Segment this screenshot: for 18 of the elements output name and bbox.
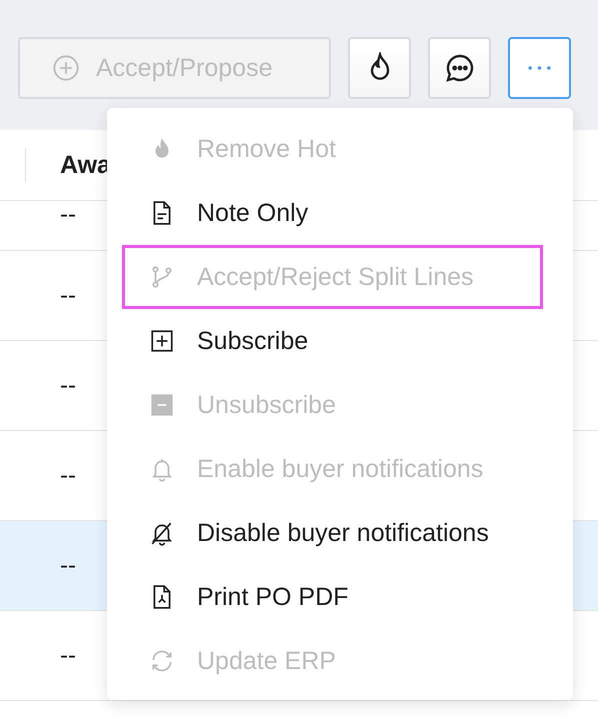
menu-item[interactable]: Subscribe xyxy=(122,309,543,373)
flame-button[interactable] xyxy=(348,37,411,99)
table-cell: -- xyxy=(60,282,76,310)
menu-item[interactable]: Print PO PDF xyxy=(122,565,543,629)
more-button[interactable] xyxy=(508,37,571,99)
comment-button[interactable] xyxy=(428,37,491,99)
table-cell: -- xyxy=(60,201,76,229)
more-icon xyxy=(528,66,551,70)
table-cell: -- xyxy=(60,552,76,580)
speech-bubble-icon xyxy=(444,52,476,84)
plus-square-icon xyxy=(149,328,175,354)
table-cell: -- xyxy=(60,642,76,670)
menu-item[interactable]: Note Only xyxy=(122,181,543,245)
plus-circle-icon xyxy=(52,54,80,82)
table-cell: -- xyxy=(60,372,76,400)
minus-square-icon xyxy=(149,392,175,418)
table-cell: -- xyxy=(60,462,76,490)
menu-item[interactable]: Disable buyer notifications xyxy=(122,501,543,565)
